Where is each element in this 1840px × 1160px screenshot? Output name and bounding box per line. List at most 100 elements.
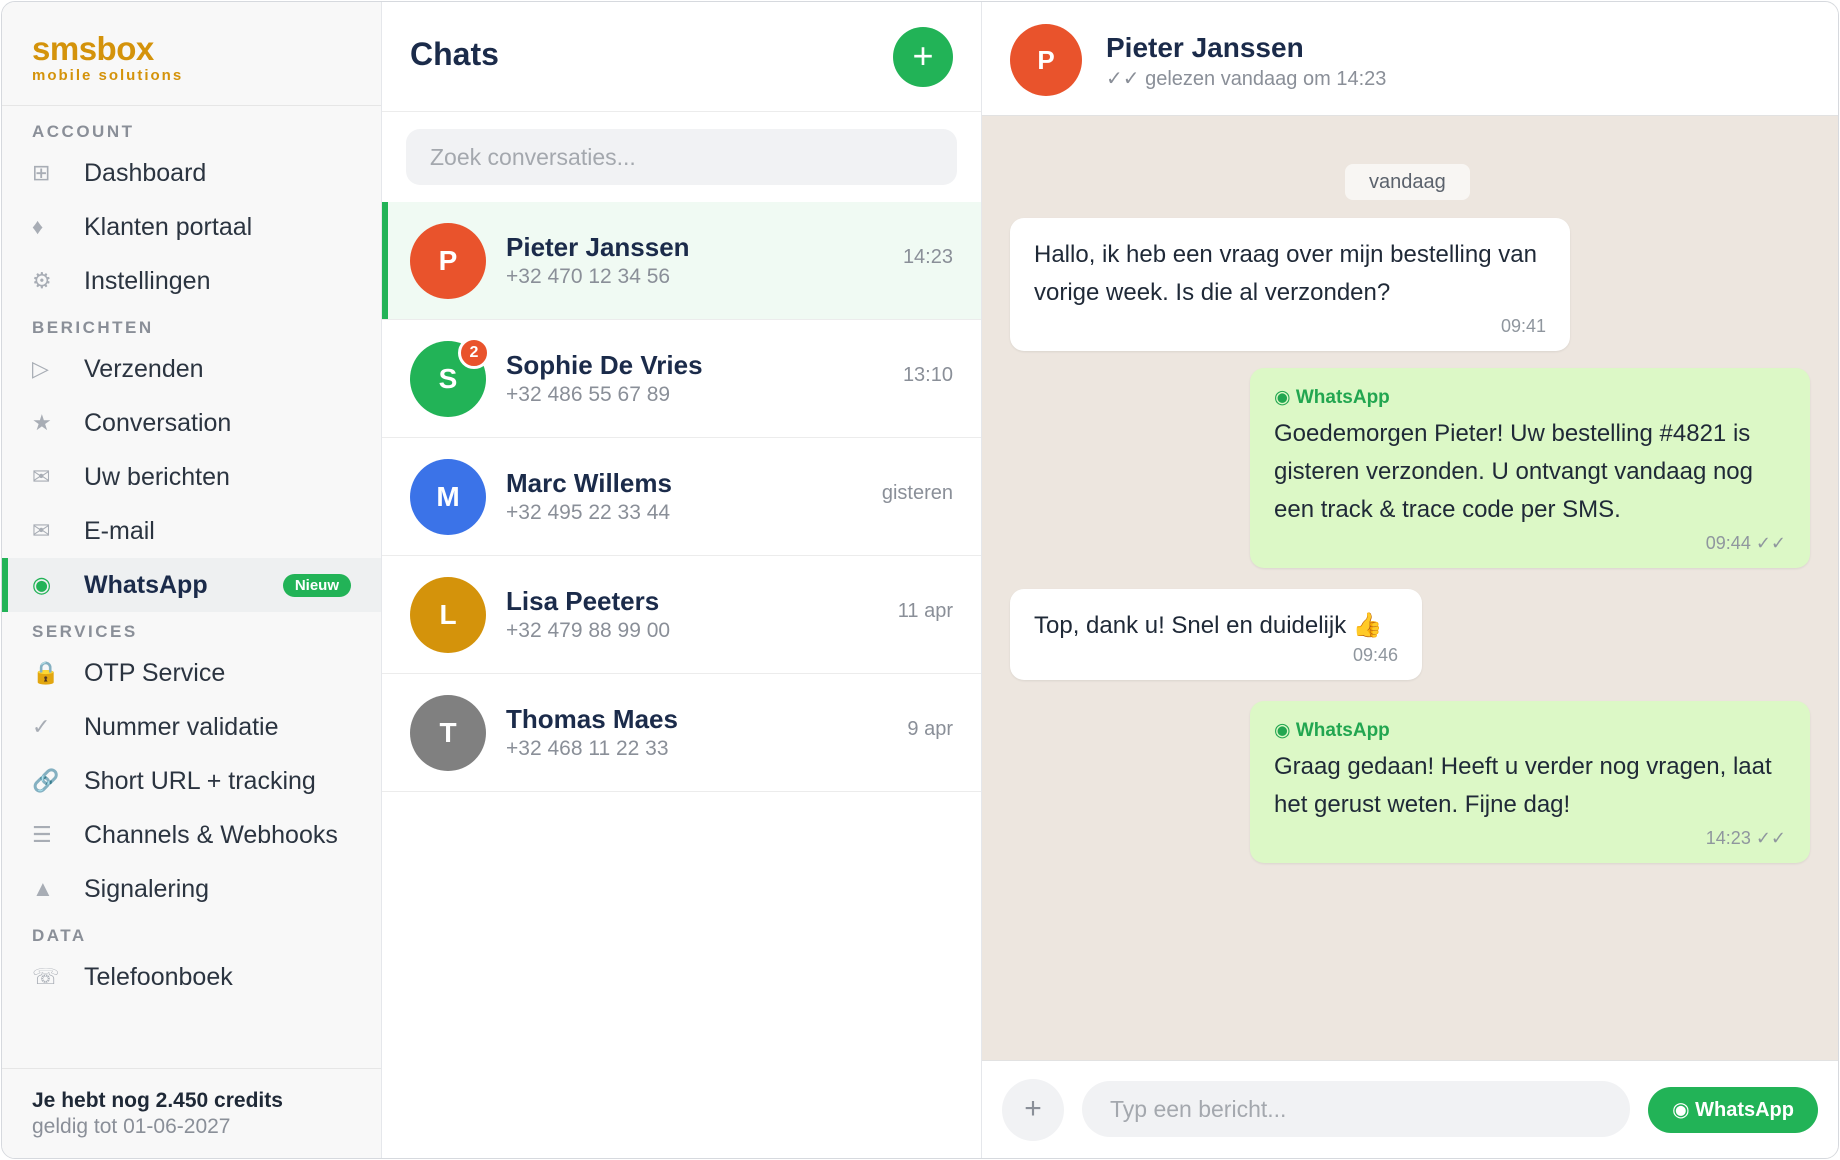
message-text: Top, dank u! Snel en duidelijk 👍: [1034, 612, 1383, 639]
avatar-initial: L: [439, 598, 457, 630]
sidebar-item-telefoonboek[interactable]: ☏ Telefoonboek: [2, 950, 381, 1004]
chat-timestamp: 11 apr: [897, 600, 953, 622]
link-icon: 🔗: [32, 768, 60, 793]
message-bubble-incoming: Top, dank u! Snel en duidelijk 👍 09:46: [1010, 589, 1422, 680]
avatar: P: [410, 222, 486, 299]
section-title: DATA: [32, 926, 87, 945]
unread-count-badge: 2: [458, 336, 490, 369]
dashboard-grid-icon: ⊞: [32, 160, 51, 185]
section-title: SERVICES: [32, 622, 138, 641]
envelope-icon: ✉: [32, 464, 51, 489]
brand-logo[interactable]: smsbox mobile solutions: [2, 2, 381, 106]
new-chat-button[interactable]: +: [893, 27, 953, 87]
message-time: 14:23 ✓✓: [1705, 828, 1786, 848]
lock-icon: 🔒: [32, 660, 60, 685]
chat-phone-number: +32 479 88 99 00: [506, 619, 671, 642]
sidebar-item-label: E-mail: [84, 516, 155, 545]
chat-timestamp: 14:23: [902, 246, 953, 268]
sidebar-item-label: Uw berichten: [84, 462, 230, 491]
contact-avatar[interactable]: P: [1010, 24, 1082, 96]
avatar: L: [410, 576, 486, 653]
sidebar-item-label: Channels & Webhooks: [84, 820, 338, 849]
sidebar-item-label: Dashboard: [84, 158, 207, 187]
sidebar-item-label: OTP Service: [84, 658, 226, 687]
message-bubble-incoming: Hallo, ik heb een vraag over mijn bestel…: [1010, 218, 1570, 351]
chat-list-panel: Chats + P Pieter Janssen +32 470 12 34 56 1…: [382, 2, 982, 1158]
message-input[interactable]: [1082, 1081, 1630, 1137]
send-whatsapp-button[interactable]: ◉ WhatsApp: [1648, 1087, 1818, 1133]
gear-icon: ⚙: [32, 268, 52, 293]
new-badge: Nieuw: [282, 573, 351, 597]
section-title: ACCOUNT: [32, 122, 135, 141]
chat-list-item[interactable]: S 2 Sophie De Vries +32 486 55 67 89 13:10: [382, 320, 981, 438]
credits-balance: Je hebt nog 2.450 credits: [32, 1089, 283, 1112]
sidebar-item-nummer-validatie[interactable]: ✓ Nummer validatie: [2, 700, 381, 754]
chat-list-title: Chats: [410, 36, 499, 72]
message-channel-label: ◉ WhatsApp: [1274, 720, 1390, 741]
sidebar-nav: ACCOUNT ⊞ Dashboard ♦ Klanten portaal ⚙ Instel…: [2, 106, 381, 1004]
sidebar-item-label: Telefoonboek: [84, 962, 233, 991]
search-bar: [382, 112, 981, 202]
list-icon: ☰: [32, 822, 52, 847]
credits-panel: Je hebt nog 2.450 credits geldig tot 01-…: [2, 1068, 381, 1158]
chat-phone-number: +32 486 55 67 89: [506, 383, 671, 406]
message-bubble-outgoing: ◉ WhatsApp Graag gedaan! Heeft u verder …: [1250, 701, 1810, 863]
sidebar-item-signalering[interactable]: ▲ Signalering: [2, 862, 381, 916]
sidebar-item-dashboard[interactable]: ⊞ Dashboard: [2, 146, 381, 200]
sidebar-item-label: Short URL + tracking: [84, 766, 316, 795]
chat-timestamp: 9 apr: [907, 718, 953, 740]
sidebar-item-label: Verzenden: [84, 354, 204, 383]
message-text: Graag gedaan! Heeft u verder nog vragen,…: [1274, 753, 1772, 818]
sidebar: smsbox mobile solutions ACCOUNT ⊞ Dashboar…: [2, 2, 382, 1158]
avatar: S2: [410, 336, 490, 417]
warning-triangle-icon: ▲: [32, 876, 54, 901]
sidebar-item-whatsapp[interactable]: ◉ WhatsApp Nieuw: [2, 558, 381, 612]
chat-contact-name: Pieter Janssen: [506, 232, 690, 262]
sidebar-item-label: Instellingen: [84, 266, 211, 295]
chat-list-item[interactable]: P Pieter Janssen +32 470 12 34 56 14:23: [382, 202, 981, 320]
sidebar-item-channels-webhooks[interactable]: ☰ Channels & Webhooks: [2, 808, 381, 862]
app-window: smsbox mobile solutions ACCOUNT ⊞ Dashboar…: [1, 1, 1839, 1159]
attach-plus-icon[interactable]: +: [1002, 1079, 1064, 1141]
chat-list-item[interactable]: T Thomas Maes +32 468 11 22 33 9 apr: [382, 674, 981, 792]
sidebar-item-klanten-portaal[interactable]: ♦ Klanten portaal: [2, 200, 381, 254]
chat-timestamp: 13:10: [902, 364, 953, 386]
avatar-initial: M: [436, 480, 460, 512]
sidebar-item-label: Klanten portaal: [84, 212, 253, 241]
chat-contact-name: Lisa Peeters: [506, 586, 660, 616]
sidebar-item-short-url-tracking[interactable]: 🔗 Short URL + tracking: [2, 754, 381, 808]
chat-list-item[interactable]: M Marc Willems +32 495 22 33 44 gisteren: [382, 438, 981, 556]
chat-list-header: Chats +: [382, 2, 981, 112]
phone-icon: ☏: [32, 964, 60, 989]
contact-name: Pieter Janssen: [1106, 32, 1304, 63]
sidebar-item-e-mail[interactable]: ✉ E-mail: [2, 504, 381, 558]
avatar: M: [410, 458, 486, 535]
brand-name: smsbox: [32, 30, 154, 67]
message-bubble-outgoing: ◉ WhatsApp Goedemorgen Pieter! Uw bestel…: [1250, 368, 1810, 568]
chat-phone-number: +32 470 12 34 56: [506, 265, 671, 288]
sidebar-item-conversation[interactable]: ★ Conversation: [2, 396, 381, 450]
sidebar-item-otp-service[interactable]: 🔒 OTP Service: [2, 646, 381, 700]
conversation-header: P Pieter Janssen ✓✓ gelezen vandaag om 1…: [982, 2, 1838, 116]
sidebar-item-verzenden[interactable]: ▷ Verzenden: [2, 342, 381, 396]
chat-list-item[interactable]: L Lisa Peeters +32 479 88 99 00 11 apr: [382, 556, 981, 674]
sidebar-item-label: Conversation: [84, 408, 232, 437]
sidebar-item-instellingen[interactable]: ⚙ Instellingen: [2, 254, 381, 308]
message-time: 09:41: [1500, 316, 1546, 336]
chat-info: Sophie De Vries +32 486 55 67 89: [506, 350, 953, 407]
chat-info: Pieter Janssen +32 470 12 34 56: [506, 232, 953, 289]
section-title: BERICHTEN: [32, 318, 154, 337]
email-icon: ✉: [32, 518, 51, 543]
whatsapp-icon: ◉: [32, 572, 52, 597]
credits-validity: geldig tot 01-06-2027: [32, 1115, 231, 1138]
star-icon: ★: [32, 410, 52, 435]
message-text: Hallo, ik heb een vraag over mijn bestel…: [1034, 241, 1537, 306]
message-channel-label: ◉ WhatsApp: [1274, 387, 1390, 408]
avatar-initial: T: [439, 716, 457, 748]
message-text: Goedemorgen Pieter! Uw bestelling #4821 …: [1274, 420, 1754, 523]
sidebar-item-uw-berichten[interactable]: ✉ Uw berichten: [2, 450, 381, 504]
portal-diamond-icon: ♦: [32, 214, 44, 239]
date-separator: vandaag: [1345, 164, 1470, 200]
sidebar-item-label: WhatsApp: [84, 570, 208, 599]
search-input[interactable]: [406, 129, 957, 185]
